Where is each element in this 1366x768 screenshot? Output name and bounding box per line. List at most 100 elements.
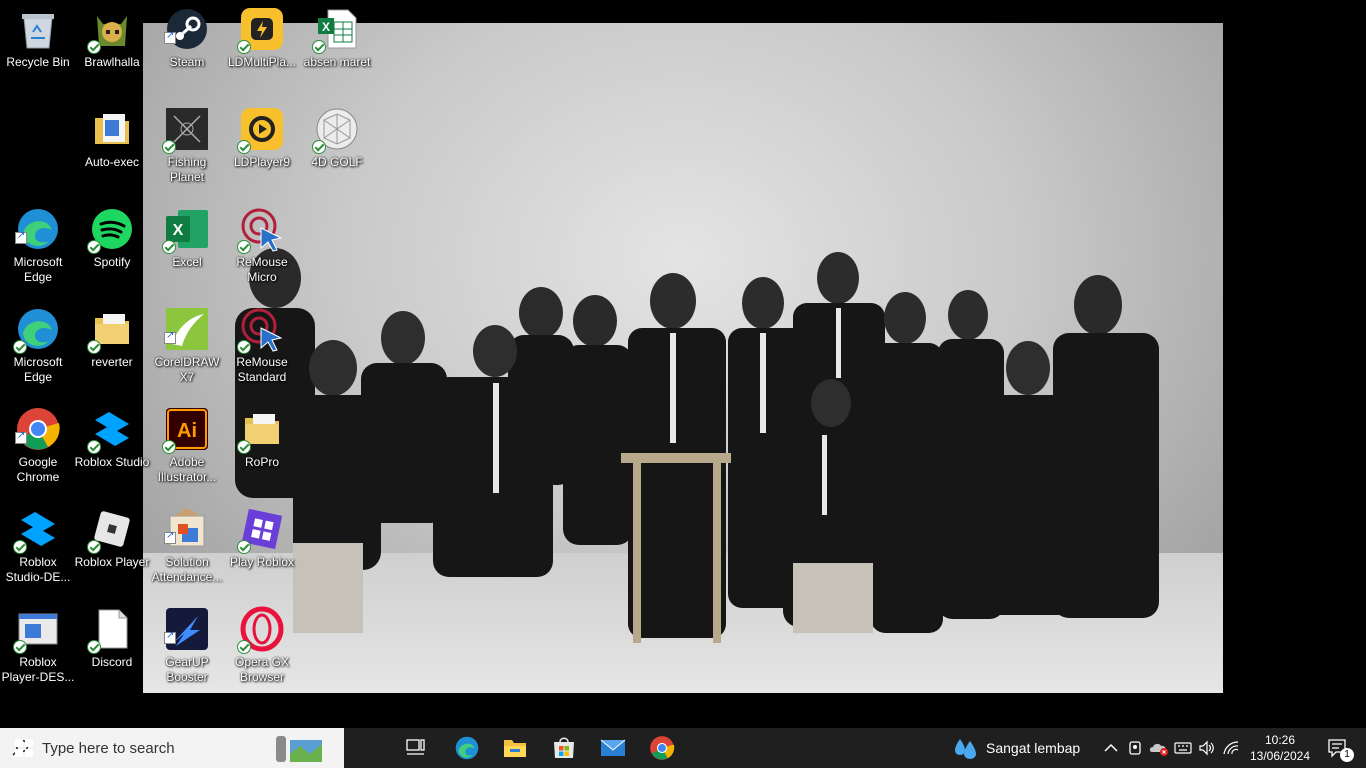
- desktop-icon-microsoft-edge-2[interactable]: Microsoft Edge: [0, 306, 76, 385]
- desktop-icon-play-roblox[interactable]: Play Roblox: [224, 506, 300, 570]
- taskbar: Type here to search Sangat lembap 10:26 …: [0, 728, 1366, 768]
- folder-icon: [95, 114, 129, 144]
- clock-date: 13/06/2024: [1249, 749, 1311, 763]
- desktop-icon-roblox-player[interactable]: Roblox Player: [74, 506, 150, 570]
- sync-check-icon: [87, 440, 101, 454]
- icon-label: Spotify: [93, 255, 131, 269]
- desktop-icon-ropro[interactable]: RoPro: [224, 406, 300, 470]
- notification-badge: 1: [1340, 748, 1354, 762]
- icon-label: Adobe Illustrator...: [157, 455, 217, 484]
- desktop-icon-4d-golf[interactable]: 4D GOLF: [299, 106, 375, 170]
- sync-check-icon: [87, 240, 101, 254]
- tray-network[interactable]: [1220, 728, 1242, 768]
- sync-check-icon: [13, 540, 27, 554]
- tray-onedrive[interactable]: [1148, 728, 1170, 768]
- icon-label: Excel: [172, 255, 202, 269]
- show-hidden-icons-button[interactable]: [1100, 728, 1122, 768]
- edge-icon: [18, 209, 58, 249]
- icon-label: Play Roblox: [229, 555, 295, 569]
- edge-icon: [455, 736, 479, 760]
- taskbar-chrome[interactable]: [639, 728, 685, 768]
- icon-label: Recycle Bin: [6, 55, 70, 69]
- task-view-icon: [406, 739, 425, 755]
- desktop-icon-microsoft-edge-1[interactable]: Microsoft Edge: [0, 206, 76, 285]
- desktop-icon-solution-attendance[interactable]: Solution Attendance...: [149, 506, 225, 585]
- icon-label: ReMouse Micro: [236, 255, 288, 284]
- sync-check-icon: [237, 540, 251, 554]
- icon-label: Opera GX Browser: [234, 655, 290, 684]
- sync-check-icon: [87, 540, 101, 554]
- desktop-icon-roblox-studio-de[interactable]: Roblox Studio-DE...: [0, 506, 76, 585]
- search-placeholder: Type here to search: [42, 739, 175, 757]
- icon-label: RoPro: [244, 455, 279, 469]
- taskbar-search-box[interactable]: Type here to search: [0, 728, 344, 768]
- desktop-icon-gearup-booster[interactable]: GearUP Booster: [149, 606, 225, 685]
- taskbar-microsoft-store[interactable]: [541, 728, 587, 768]
- sync-check-icon: [312, 140, 326, 154]
- start-button[interactable]: [0, 728, 48, 768]
- icon-label: Roblox Studio-DE...: [5, 555, 71, 584]
- desktop-icon-steam[interactable]: Steam: [149, 6, 225, 70]
- shortcut-arrow-icon: [164, 630, 176, 644]
- file-explorer-icon: [504, 740, 526, 757]
- taskbar-file-explorer[interactable]: [492, 728, 538, 768]
- windows-logo-icon: [15, 739, 33, 757]
- sync-check-icon: [237, 40, 251, 54]
- task-view-button[interactable]: [395, 728, 437, 768]
- taskbar-edge[interactable]: [444, 728, 490, 768]
- mail-icon: [600, 739, 626, 756]
- taskbar-clock[interactable]: 10:26 13/06/2024: [1248, 728, 1312, 768]
- shortcut-arrow-icon: [164, 30, 176, 44]
- desktop-icon-absen-maret[interactable]: X absen maret: [299, 6, 375, 70]
- desktop-icon-opera-gx[interactable]: Opera GX Browser: [224, 606, 300, 685]
- icon-label: Fishing Planet: [167, 155, 207, 184]
- desktop-icon-roblox-player-des[interactable]: Roblox Player-DES...: [0, 606, 76, 685]
- sync-check-icon: [87, 40, 101, 54]
- icon-label: Google Chrome: [16, 455, 60, 484]
- tray-input-indicator[interactable]: [1172, 728, 1194, 768]
- desktop-icon-remouse-standard[interactable]: ReMouse Standard: [224, 306, 300, 385]
- desktop-icon-excel[interactable]: X Excel: [149, 206, 225, 270]
- desktop-icon-brawlhalla[interactable]: Brawlhalla: [74, 6, 150, 70]
- icon-label: absen maret: [303, 55, 371, 69]
- sync-check-icon: [162, 440, 176, 454]
- sync-check-icon: [237, 340, 251, 354]
- sync-check-icon: [13, 340, 27, 354]
- desktop-icon-ldplayer9[interactable]: LDPlayer9: [224, 106, 300, 170]
- icon-label: GearUP Booster: [165, 655, 209, 684]
- desktop-icon-auto-exec[interactable]: Auto-exec: [74, 106, 150, 170]
- desktop-icon-discord[interactable]: Discord: [74, 606, 150, 670]
- keyboard-icon: [1174, 742, 1192, 754]
- sync-check-icon: [87, 340, 101, 354]
- shortcut-arrow-icon: [164, 330, 176, 344]
- sync-check-icon: [312, 40, 326, 54]
- icon-label: Auto-exec: [84, 155, 140, 169]
- action-center-button[interactable]: 1: [1318, 728, 1358, 768]
- icon-label: LDMultiPla...: [227, 55, 297, 69]
- desktop-icon-recycle-bin[interactable]: Recycle Bin: [0, 6, 76, 70]
- icon-label: Microsoft Edge: [13, 255, 63, 284]
- humidity-drop-icon: [955, 739, 976, 759]
- desktop-icon-roblox-studio[interactable]: Roblox Studio: [74, 406, 150, 470]
- taskbar-mail[interactable]: [590, 728, 636, 768]
- meet-now-icon: [1129, 741, 1141, 755]
- shortcut-arrow-icon: [15, 430, 27, 444]
- desktop-icon-spotify[interactable]: Spotify: [74, 206, 150, 270]
- steam-icon: [167, 9, 207, 49]
- desktop-icon-adobe-illustrator[interactable]: Ai Adobe Illustrator...: [149, 406, 225, 485]
- tray-volume[interactable]: [1196, 728, 1218, 768]
- desktop-icon-remouse-micro[interactable]: ReMouse Micro: [224, 206, 300, 285]
- desktop-icon-fishing-planet[interactable]: Fishing Planet: [149, 106, 225, 185]
- onedrive-error-icon: [1149, 743, 1168, 756]
- tray-meet-now[interactable]: [1124, 728, 1146, 768]
- desktop-icon-ldmultiplayer[interactable]: LDMultiPla...: [224, 6, 300, 70]
- excel-glyph: X: [173, 222, 184, 239]
- sync-check-icon: [237, 140, 251, 154]
- desktop-icon-reverter[interactable]: reverter: [74, 306, 150, 370]
- shortcut-arrow-icon: [15, 230, 27, 244]
- desktop-icon-google-chrome[interactable]: Google Chrome: [0, 406, 76, 485]
- illustrator-glyph: Ai: [177, 420, 197, 442]
- weather-widget[interactable]: Sangat lembap: [952, 728, 1092, 768]
- recycle-bin-icon: [22, 14, 54, 49]
- desktop-icon-coreldraw[interactable]: CorelDRAW X7: [149, 306, 225, 385]
